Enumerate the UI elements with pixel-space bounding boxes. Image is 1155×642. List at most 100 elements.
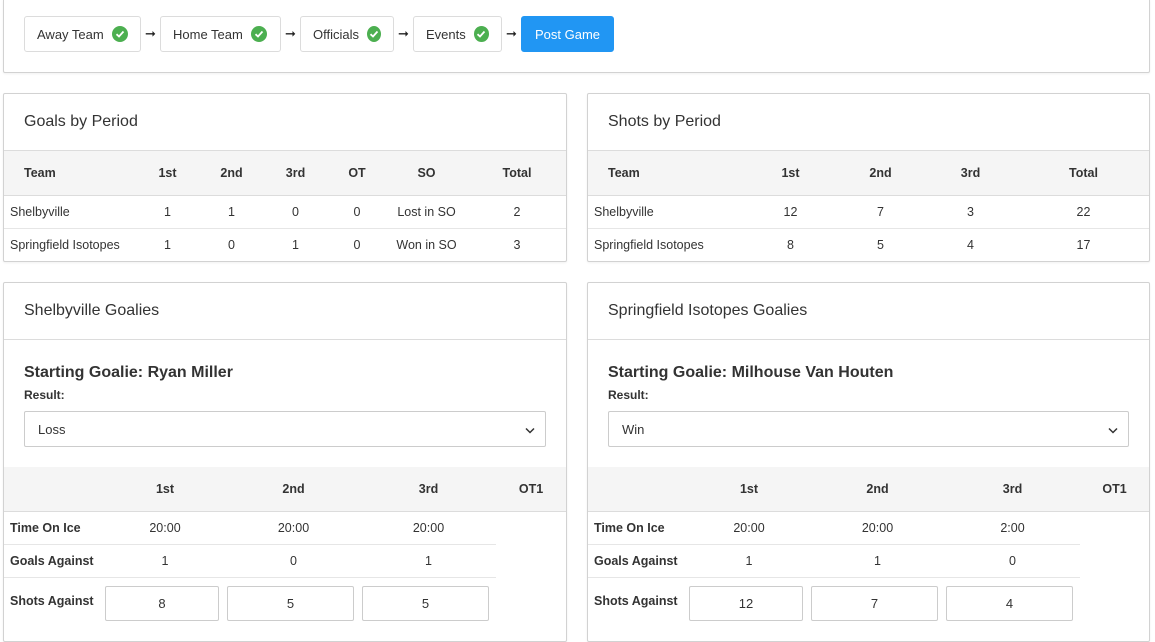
- table-cell: 0: [329, 195, 385, 229]
- column-header: Team: [4, 151, 134, 196]
- column-header: OT1: [496, 467, 566, 512]
- step-label: Post Game: [535, 26, 601, 42]
- column-header: 3rd: [945, 467, 1080, 512]
- stepper: Away Team ➞ Home Team ➞ Officials ➞ Even…: [24, 16, 615, 52]
- table-cell: 4: [967, 237, 974, 252]
- chevron-down-icon: [525, 422, 535, 437]
- arrow-right-icon: ➞: [398, 26, 409, 41]
- step-officials[interactable]: Officials: [300, 16, 394, 52]
- column-header: 3rd: [361, 467, 496, 512]
- starting-goalie: Starting Goalie: Ryan Miller: [24, 364, 233, 381]
- table-cell: 1: [201, 195, 262, 229]
- shots-by-period-panel: Shots by Period Team 1st 2nd 3rd Total S…: [587, 93, 1150, 262]
- shots-input[interactable]: 5: [227, 585, 354, 621]
- goals-by-period-panel: Goals by Period Team 1st 2nd 3rd OT SO T…: [3, 93, 567, 262]
- team-cell: Springfield Isotopes: [10, 237, 120, 252]
- table-row: Shots Against 8 5 5: [4, 577, 566, 625]
- check-icon: [250, 26, 267, 42]
- table-cell: 2:00: [945, 511, 1080, 545]
- table-cell: 2: [468, 195, 566, 229]
- step-home-team[interactable]: Home Team: [160, 16, 281, 52]
- starting-goalie: Starting Goalie: Milhouse Van Houten: [608, 364, 894, 381]
- table-header-row: 1st 2nd 3rd OT1: [588, 467, 1149, 512]
- shots-input[interactable]: 8: [105, 585, 219, 621]
- table-cell: 0: [945, 544, 1080, 578]
- table-cell: 20:00: [688, 511, 810, 545]
- row-label: Goals Against: [588, 544, 688, 578]
- result-label: Result:: [608, 388, 649, 402]
- column-header: 2nd: [226, 467, 361, 512]
- column-header: 1st: [743, 151, 838, 196]
- table-cell: 1: [688, 544, 810, 578]
- chevron-down-icon: [1108, 422, 1118, 437]
- table-cell: 20:00: [226, 511, 361, 545]
- step-label: Away Team: [37, 26, 104, 42]
- table-cell: 20:00: [810, 511, 945, 545]
- column-header: Total: [468, 151, 566, 196]
- check-icon: [367, 26, 381, 42]
- table-cell: 1: [134, 195, 201, 229]
- table-cell: Lost in SO: [385, 195, 468, 229]
- column-header: Team: [588, 151, 743, 196]
- table-row: Shelbyville 1 1 0 0 Lost in SO 2: [4, 195, 566, 229]
- table-header-row: Team 1st 2nd 3rd Total: [588, 151, 1149, 196]
- panel-title: Shots by Period: [588, 94, 1149, 151]
- table-cell: 17: [1076, 237, 1091, 252]
- column-header: SO: [385, 151, 468, 196]
- table-row: Goals Against 1 0 1: [4, 544, 566, 578]
- column-header: 1st: [104, 467, 226, 512]
- stepper-panel: Away Team ➞ Home Team ➞ Officials ➞ Even…: [3, 0, 1150, 73]
- column-header: 2nd: [810, 467, 945, 512]
- team-cell: Shelbyville: [588, 195, 743, 229]
- column-header: 2nd: [201, 151, 262, 196]
- table-cell: 3: [513, 237, 521, 252]
- shots-input[interactable]: 7: [811, 585, 938, 621]
- table-cell: Won in SO: [396, 237, 457, 252]
- goalie-stats-table: 1st 2nd 3rd OT1 Time On Ice 20:00 20:00 …: [4, 467, 566, 625]
- panel-title: Springfield Isotopes Goalies: [588, 283, 1149, 340]
- table-cell: 1: [164, 237, 171, 252]
- table-cell: 20:00: [361, 511, 496, 545]
- step-label: Home Team: [173, 26, 243, 42]
- table-cell: 1: [361, 544, 496, 578]
- shots-input[interactable]: 12: [689, 585, 803, 621]
- result-label: Result:: [24, 388, 65, 402]
- table-cell: 0: [226, 544, 361, 578]
- shots-input[interactable]: 4: [946, 585, 1073, 621]
- table-cell: 8: [787, 237, 794, 252]
- table-cell: 0: [228, 237, 235, 252]
- column-header: 3rd: [262, 151, 329, 196]
- step-away-team[interactable]: Away Team: [24, 16, 141, 52]
- check-icon: [473, 26, 489, 42]
- shots-input[interactable]: 5: [362, 585, 489, 621]
- table-cell: 1: [292, 237, 299, 252]
- arrow-right-icon: ➞: [285, 26, 296, 41]
- team-cell: Shelbyville: [4, 195, 134, 229]
- table-cell: 20:00: [104, 511, 226, 545]
- table-cell: 0: [353, 237, 361, 252]
- table-header-row: Team 1st 2nd 3rd OT SO Total: [4, 151, 566, 196]
- table-row: Time On Ice 20:00 20:00 20:00: [4, 511, 566, 545]
- table-cell: 7: [838, 195, 923, 229]
- column-header: 1st: [688, 467, 810, 512]
- result-select[interactable]: Loss: [24, 411, 546, 447]
- team-cell: Springfield Isotopes: [594, 237, 704, 252]
- step-events[interactable]: Events: [413, 16, 502, 52]
- panel-title: Shelbyville Goalies: [4, 283, 566, 340]
- springfield-goalies-panel: Springfield Isotopes Goalies Starting Go…: [587, 282, 1150, 642]
- goals-table: Team 1st 2nd 3rd OT SO Total Shelbyville…: [4, 151, 566, 261]
- panel-title: Goals by Period: [4, 94, 566, 151]
- column-header: 1st: [134, 151, 201, 196]
- table-header-row: 1st 2nd 3rd OT1: [4, 467, 566, 512]
- result-select[interactable]: Win: [608, 411, 1129, 447]
- step-label: Officials: [313, 26, 359, 42]
- row-label: Time On Ice: [4, 511, 104, 545]
- step-label: Events: [426, 26, 466, 42]
- result-value: Loss: [38, 421, 66, 437]
- table-row: Springfield Isotopes 1 0 1 0 Won in SO 3: [4, 228, 566, 261]
- step-post-game[interactable]: Post Game: [521, 16, 615, 52]
- table-cell: 22: [1018, 195, 1149, 229]
- row-label: Goals Against: [4, 544, 104, 578]
- column-header: OT: [329, 151, 385, 196]
- table-cell: 5: [877, 237, 884, 252]
